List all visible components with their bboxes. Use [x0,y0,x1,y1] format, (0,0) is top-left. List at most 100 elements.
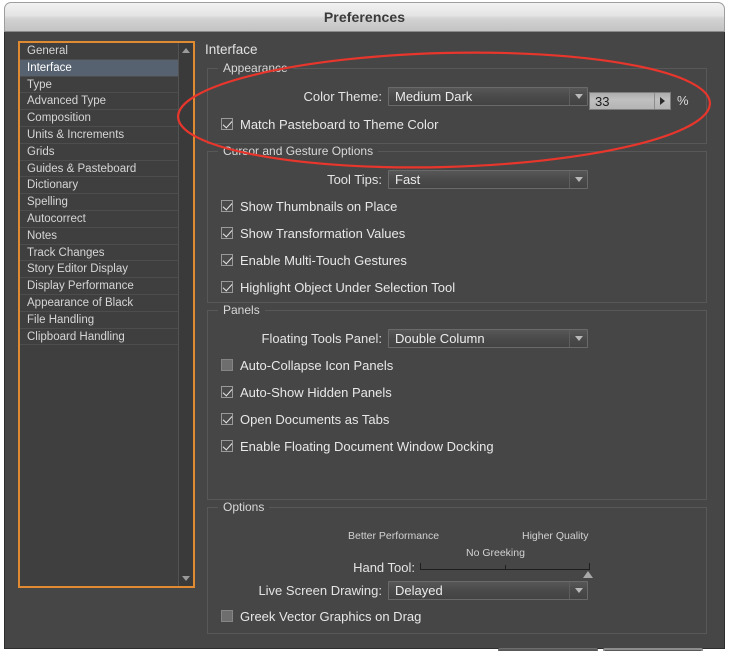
sidebar-item-type[interactable]: Type [20,77,178,94]
window-titlebar: Preferences [4,2,725,32]
greek-vector-checkbox-row[interactable]: Greek Vector Graphics on Drag [221,607,421,625]
tool-tips-select[interactable]: Fast [388,170,588,189]
live-screen-drawing-value: Delayed [395,583,443,598]
color-theme-value: Medium Dark [395,89,473,104]
enable-multi-touch-gestures-checkbox[interactable] [221,254,233,266]
sidebar-item-label: General [27,45,68,57]
sidebar-item-label: Dictionary [27,179,79,192]
panels-group-label: Panels [218,303,265,317]
sidebar-item-dictionary[interactable]: Dictionary [20,177,178,195]
live-screen-drawing-label: Live Screen Drawing: [258,583,382,598]
slider-left-caption: Better Performance [348,530,440,542]
chevron-down-icon[interactable] [569,171,587,188]
window-title: Preferences [323,9,406,25]
sidebar-item-guides-pasteboard[interactable]: Guides & Pasteboard [20,161,178,178]
sidebar-item-label: Interface [27,61,72,74]
sidebar-item-label: Clipboard Handling [27,330,125,343]
color-theme-label: Color Theme: [303,89,382,104]
chevron-down-icon[interactable] [569,88,587,105]
show-transformation-values-checkbox-row[interactable]: Show Transformation Values [221,224,405,242]
sidebar-item-interface[interactable]: Interface [20,59,178,77]
sidebar-item-clipboard-handling[interactable]: Clipboard Handling [20,329,178,346]
sidebar-item-label: Autocorrect [27,212,86,225]
show-transformation-values-checkbox[interactable] [221,227,233,239]
slider-tick-mid [505,565,506,570]
hand-tool-slider-track[interactable] [420,563,590,570]
sidebar-item-grids[interactable]: Grids [20,144,178,161]
auto-show-hidden-panels-checkbox-row[interactable]: Auto-Show Hidden Panels [221,383,392,401]
sidebar-item-notes[interactable]: Notes [20,228,178,245]
panels-group: Panels Floating Tools Panel: Double Colu… [207,303,707,500]
tool-tips-label: Tool Tips: [327,172,382,187]
triangle-right-icon [660,97,665,105]
sidebar-item-advanced-type[interactable]: Advanced Type [20,93,178,111]
sidebar-item-label: Units & Increments [27,128,125,141]
highlight-object-under-selection-tool-checkbox[interactable] [221,281,233,293]
greek-vector-checkbox[interactable] [221,610,233,622]
auto-show-hidden-panels-label: Auto-Show Hidden Panels [240,384,392,400]
preferences-category-list[interactable]: General Interface Type Advanced Type Composi… [18,41,195,588]
slider-right-caption: Higher Quality [522,530,589,542]
tool-tips-value: Fast [395,172,421,187]
brightness-unit-label: % [677,93,689,108]
tool-tips-row: Tool Tips: Fast [208,169,706,190]
appearance-group-label: Appearance [218,61,293,75]
sidebar-item-label: Story Editor Display [27,263,128,276]
floating-tools-row: Floating Tools Panel: Double Column [208,328,706,349]
sidebar-item-story-editor-display[interactable]: Story Editor Display [20,261,178,279]
auto-collapse-icon-panels-checkbox[interactable] [221,359,233,371]
preferences-pane: Interface Appearance Color Theme: Medium… [201,38,713,634]
sidebar-item-units-increments[interactable]: Units & Increments [20,127,178,144]
chevron-down-icon[interactable] [569,582,587,599]
sidebar-item-label: Track Changes [27,246,105,259]
open-documents-as-tabs-checkbox-row[interactable]: Open Documents as Tabs [221,410,389,428]
sidebar-item-label: Advanced Type [27,95,107,108]
open-documents-as-tabs-checkbox[interactable] [221,413,233,425]
slider-mid-caption: No Greeking [466,547,525,559]
sidebar-item-general[interactable]: General [20,43,178,60]
scroll-up-button[interactable] [179,44,193,57]
sidebar-item-file-handling[interactable]: File Handling [20,312,178,329]
sidebar-item-label: File Handling [27,313,95,326]
hand-tool-slider-thumb[interactable] [583,571,593,578]
brightness-stepper-button[interactable] [654,93,670,109]
greek-vector-label: Greek Vector Graphics on Drag [240,608,422,624]
sidebar-item-label: Type [27,78,52,91]
slider-tick-left [420,563,421,570]
auto-show-hidden-panels-checkbox[interactable] [221,386,233,398]
enable-floating-document-window-docking-checkbox-row[interactable]: Enable Floating Document Window Docking [221,437,494,455]
live-screen-drawing-row: Live Screen Drawing: Delayed [208,580,706,601]
show-thumbnails-on-place-checkbox[interactable] [221,200,233,212]
open-documents-as-tabs-label: Open Documents as Tabs [240,411,390,427]
auto-collapse-icon-panels-checkbox-row[interactable]: Auto-Collapse Icon Panels [221,356,393,374]
enable-floating-document-window-docking-label: Enable Floating Document Window Docking [240,438,494,454]
brightness-input[interactable]: 33 [589,92,671,110]
scroll-down-button[interactable] [179,572,193,585]
triangle-down-icon [182,576,190,581]
sidebar-item-appearance-of-black[interactable]: Appearance of Black [20,295,178,312]
sidebar-item-track-changes[interactable]: Track Changes [20,245,178,262]
highlight-object-under-selection-tool-checkbox-row[interactable]: Highlight Object Under Selection Tool [221,278,455,296]
sidebar-item-display-performance[interactable]: Display Performance [20,278,178,295]
sidebar-item-label: Guides & Pasteboard [27,162,137,175]
floating-tools-select[interactable]: Double Column [388,329,588,348]
sidebar-item-composition[interactable]: Composition [20,110,178,127]
match-pasteboard-checkbox-row[interactable]: Match Pasteboard to Theme Color [221,115,438,133]
sidebar-item-label: Composition [27,112,91,125]
enable-floating-document-window-docking-checkbox[interactable] [221,440,233,452]
color-theme-select[interactable]: Medium Dark [388,87,588,106]
sidebar-item-label: Appearance of Black [27,296,134,309]
enable-multi-touch-gestures-checkbox-row[interactable]: Enable Multi-Touch Gestures [221,251,407,269]
sidebar-item-spelling[interactable]: Spelling [20,194,178,211]
live-screen-drawing-select[interactable]: Delayed [388,581,588,600]
triangle-up-icon [182,48,190,53]
hand-tool-label: Hand Tool: [353,560,415,575]
chevron-down-icon[interactable] [569,330,587,347]
match-pasteboard-checkbox[interactable] [221,118,233,130]
show-thumbnails-on-place-checkbox-row[interactable]: Show Thumbnails on Place [221,197,397,215]
page-title: Interface [205,42,258,57]
category-list-items[interactable]: General Interface Type Advanced Type Composi… [20,43,178,586]
category-list-scrollbar[interactable] [178,43,193,586]
dialog-body: General Interface Type Advanced Type Composi… [4,32,725,651]
sidebar-item-autocorrect[interactable]: Autocorrect [20,211,178,228]
